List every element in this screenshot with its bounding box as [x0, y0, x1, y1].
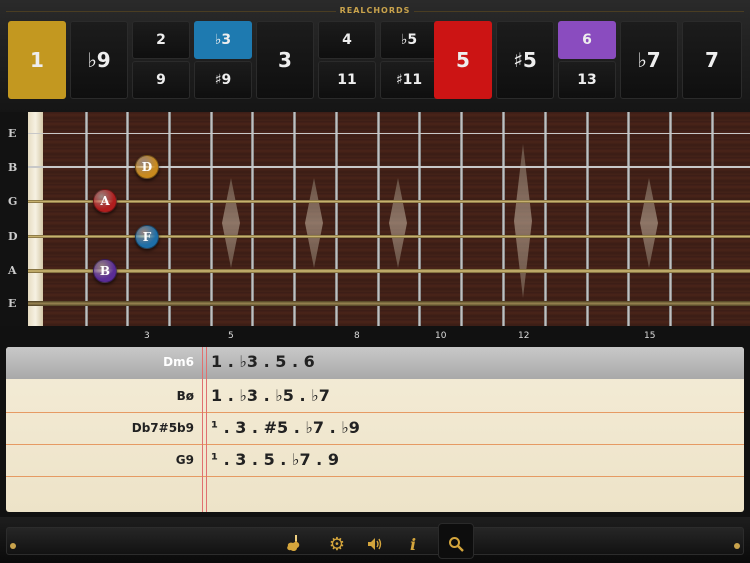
chord-name: Bø — [176, 389, 194, 403]
notebook-margin-line — [206, 347, 207, 512]
fret-number-bar: 3 5 8 10 12 15 — [0, 326, 750, 346]
fret-number: 3 — [144, 331, 150, 341]
chord-name: Dm6 — [163, 355, 194, 369]
note-marker[interactable]: A — [93, 189, 117, 213]
string-label: A — [8, 264, 17, 277]
string-e-low — [28, 301, 750, 306]
key-b9[interactable]: ♭9 — [70, 21, 128, 99]
fret-wire — [168, 112, 171, 326]
guitar-icon[interactable] — [282, 533, 304, 555]
fret-wire — [460, 112, 463, 326]
key-b5[interactable]: ♭5 — [380, 21, 438, 59]
chord-row[interactable]: Db7#5b9 ¹ . 3 . #5 . ♭7 . ♭9 — [6, 413, 744, 445]
interval-keys: 1 ♭9 2 9 ♭3 ♯9 3 4 11 ♭5 ♯11 5 ♯5 6 13 ♭… — [6, 21, 744, 101]
string-label: D — [8, 230, 18, 243]
string-label: E — [8, 127, 17, 140]
title-rule-right — [414, 11, 744, 12]
string-g — [28, 200, 750, 203]
fret-number: 8 — [354, 331, 360, 341]
key-s5[interactable]: ♯5 — [496, 21, 554, 99]
chord-row-selected[interactable]: Dm6 1 . ♭3 . 5 . 6 — [6, 347, 744, 379]
note-marker[interactable]: D — [135, 155, 159, 179]
fret-wire — [293, 112, 296, 326]
fret-wire — [669, 112, 672, 326]
key-11[interactable]: 11 — [318, 61, 376, 99]
string-label: B — [8, 161, 18, 174]
chord-row[interactable]: Bø 1 . ♭3 . ♭5 . ♭7 — [6, 381, 744, 413]
chord-formula: 1 . ♭3 . 5 . 6 — [211, 352, 315, 371]
gear-icon[interactable]: ⚙ — [326, 533, 348, 555]
key-s9[interactable]: ♯9 — [194, 61, 252, 99]
key-6[interactable]: 6 — [558, 21, 616, 59]
nut — [28, 112, 43, 326]
fret-wire — [85, 112, 88, 326]
key-3[interactable]: 3 — [256, 21, 314, 99]
chord-name: G9 — [175, 453, 194, 467]
key-7[interactable]: 7 — [682, 21, 742, 99]
fret-number: 12 — [518, 331, 530, 341]
key-4[interactable]: 4 — [318, 21, 376, 59]
chord-formula: ¹ . 3 . 5 . ♭7 . 9 — [211, 450, 339, 469]
string-label: G — [8, 195, 18, 208]
chord-list: Dm6 1 . ♭3 . 5 . 6 Bø 1 . ♭3 . ♭5 . ♭7 D… — [6, 347, 744, 512]
fret-wire — [418, 112, 421, 326]
notebook-margin-line — [202, 347, 203, 512]
speaker-icon[interactable] — [364, 533, 386, 555]
info-icon[interactable]: i — [402, 533, 424, 555]
key-s11[interactable]: ♯11 — [380, 61, 438, 99]
key-2[interactable]: 2 — [132, 21, 190, 59]
search-icon[interactable] — [445, 533, 467, 555]
string-a — [28, 269, 750, 273]
key-1[interactable]: 1 — [8, 21, 66, 99]
note-marker[interactable]: F — [135, 225, 159, 249]
fretboard[interactable]: E B G D A E D A F B — [0, 112, 750, 326]
screw — [10, 543, 16, 549]
fret-number: 10 — [435, 331, 447, 341]
chord-formula: 1 . ♭3 . ♭5 . ♭7 — [211, 386, 330, 405]
fret-wire — [586, 112, 589, 326]
fret-wire — [377, 112, 380, 326]
fret-wire — [502, 112, 505, 326]
chord-row[interactable]: G9 ¹ . 3 . 5 . ♭7 . 9 — [6, 445, 744, 477]
key-b3[interactable]: ♭3 — [194, 21, 252, 59]
chord-name: Db7#5b9 — [131, 421, 194, 435]
screw — [734, 543, 740, 549]
fret-number: 5 — [228, 331, 234, 341]
chord-formula: ¹ . 3 . #5 . ♭7 . ♭9 — [211, 418, 360, 437]
bottom-toolbar: ⚙ i — [0, 517, 750, 563]
string-label: E — [8, 297, 17, 310]
fret-wire — [126, 112, 129, 326]
fret-wire — [711, 112, 714, 326]
fret-wire — [627, 112, 630, 326]
fret-wire — [544, 112, 547, 326]
fret-wire — [335, 112, 338, 326]
key-13[interactable]: 13 — [558, 61, 616, 99]
note-marker[interactable]: B — [93, 259, 117, 283]
key-5[interactable]: 5 — [434, 21, 492, 99]
key-b7[interactable]: ♭7 — [620, 21, 678, 99]
fret-number: 15 — [644, 331, 656, 341]
string-e-high — [28, 133, 750, 134]
key-9[interactable]: 9 — [132, 61, 190, 99]
fret-wire — [210, 112, 213, 326]
fret-wire — [251, 112, 254, 326]
interval-keyboard-panel: REALCHORDS 1 ♭9 2 9 ♭3 ♯9 3 4 11 ♭5 ♯11 … — [0, 0, 750, 112]
